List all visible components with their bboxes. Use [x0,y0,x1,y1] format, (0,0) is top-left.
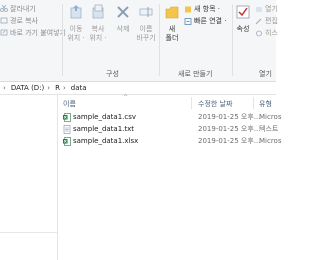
file-date: 2019-01-25 오후... [198,113,261,121]
open-group-label: 열기 [259,70,272,78]
delete-x-icon [112,4,134,23]
properties-check-icon [234,4,252,23]
open-button[interactable]: 열기 [255,4,278,14]
file-name[interactable]: sample_data1.csv [73,113,136,121]
file-date: 2019-01-25 오후... [198,137,261,145]
rename-line2: 바꾸기 [136,34,156,42]
file-list[interactable]: ^ 이름 수정한 날짜 유형 sample_data1.csv 2019-01-… [58,94,282,260]
new-folder-line1: 새 [168,25,176,33]
paste-shortcut-label: 바로 가기 붙여넣기 [10,28,66,37]
excel-csv-icon [63,113,71,122]
sort-up-arrow-icon: ^ [123,94,129,101]
properties-button[interactable]: 속성 [234,4,252,34]
easy-access-label: 빠른 연결 · [194,17,227,25]
edit-button[interactable]: 편집 [255,16,278,26]
column-separator[interactable] [191,97,192,109]
navigation-pane[interactable] [0,95,58,260]
file-name[interactable]: sample_data1.txt [73,125,134,133]
breadcrumb-chevron-icon: › [3,84,6,92]
move-to-line1: 이동 [69,25,83,33]
breadcrumb-chevron-icon: › [62,84,66,92]
organize-group-label: 구성 [106,70,119,78]
edit-label: 편집 [265,17,278,25]
copy-path-icon [0,17,8,24]
copy-to-button[interactable]: 복사 위치 · [88,4,108,43]
rename-button[interactable]: 이름 바꾸기 [135,4,157,43]
ribbon-divider [62,4,63,76]
excel-icon [63,137,71,146]
ribbon-divider [232,4,233,76]
copy-path-button[interactable]: 경로 복사 [0,15,38,26]
delete-button[interactable]: 삭제 [112,4,134,34]
edit-icon [255,18,263,25]
easy-access-icon [184,17,192,25]
column-separator[interactable] [253,97,254,109]
paste-shortcut-icon [0,29,8,36]
rename-icon [135,4,157,23]
text-file-icon [63,125,71,134]
new-item-button[interactable]: 새 항목 · [184,4,220,14]
file-row[interactable]: sample_data1.xlsx 2019-01-25 오후... Micro… [58,136,282,146]
column-header-type[interactable]: 유형 [259,99,272,109]
delete-label: 삭제 [116,25,130,33]
file-row[interactable]: sample_data1.txt 2019-01-25 오후... 텍스트 [58,124,279,134]
history-button[interactable]: 히스 [255,28,278,38]
copy-path-label: 경로 복사 [10,16,38,25]
scissors-icon [0,4,8,12]
cut-label: 잘라내기 [10,4,36,13]
properties-label: 속성 [236,25,250,33]
easy-access-button[interactable]: 빠른 연결 · [184,16,226,26]
file-type: Micros [259,137,282,145]
breadcrumb-r-folder[interactable]: R [55,84,60,92]
copy-to-line1: 복사 [91,25,105,33]
new-item-label: 새 항목 · [194,5,220,13]
file-type: 텍스트 [259,125,279,133]
new-folder-line2: 폴더 [165,34,179,42]
column-header-date[interactable]: 수정한 날짜 [198,99,232,109]
breadcrumb-chevron-icon: › [47,84,51,92]
nav-divider [0,232,57,233]
history-icon [255,30,263,37]
move-to-icon [66,4,86,23]
ribbon: 잘라내기 경로 복사 바로 가기 붙여넣기 이동 위치 · 복사 위치 · 삭제 [0,0,278,82]
open-label: 열기 [265,5,278,13]
breadcrumb-drive[interactable]: DATA (D:) [11,84,44,92]
new-item-icon [184,6,192,13]
file-name[interactable]: sample_data1.xlsx [73,137,138,145]
ribbon-divider [159,4,160,76]
open-icon [255,6,263,13]
file-type: Micros [259,113,282,121]
move-to-line2: 위치 · [67,34,85,42]
breadcrumb-data-folder[interactable]: data [71,84,87,92]
history-label: 히스 [265,29,278,37]
copy-to-line2: 위치 · [89,34,107,42]
paste-shortcut-button[interactable]: 바로 가기 붙여넣기 [0,27,66,38]
cut-button[interactable]: 잘라내기 [0,3,36,14]
address-bar[interactable]: › DATA (D:) › R › data [0,82,276,95]
new-group-label: 새로 만들기 [178,70,213,78]
new-folder-button[interactable]: 새 폴더 [163,4,181,43]
new-folder-icon [163,4,181,23]
copy-to-icon [88,4,108,23]
column-header-row: ^ 이름 수정한 날짜 유형 [58,94,276,109]
rename-line1: 이름 [139,25,153,33]
column-header-name[interactable]: 이름 [63,99,76,109]
move-to-button[interactable]: 이동 위치 · [66,4,86,43]
file-row[interactable]: sample_data1.csv 2019-01-25 오후... Micros [58,112,282,122]
file-date: 2019-01-25 오후... [198,125,261,133]
